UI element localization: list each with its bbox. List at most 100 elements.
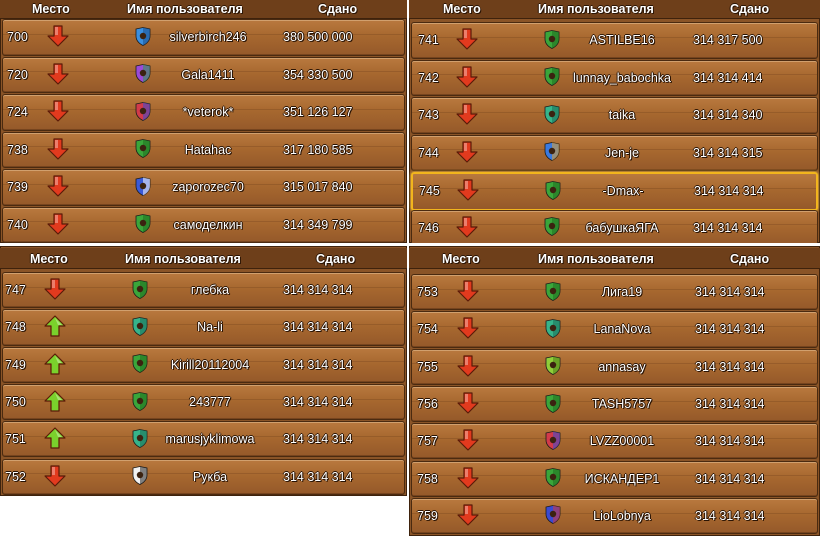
blue-cross-crest-icon bbox=[135, 176, 151, 196]
score-value: 354 330 500 bbox=[283, 67, 353, 82]
leaderboard-row[interactable]: 742 lunnay_babochka 314 314 414 bbox=[411, 59, 818, 96]
rank-number: 752 bbox=[5, 469, 26, 484]
header-user: Имя пользователя bbox=[538, 2, 654, 16]
green-bear-shield-icon bbox=[132, 279, 148, 299]
blue-shield-icon bbox=[135, 26, 151, 46]
leaderboard-row[interactable]: 759 LioLobnya 314 314 314 bbox=[411, 497, 818, 535]
green-bear-shield-icon bbox=[544, 29, 560, 49]
username: самоделкин bbox=[173, 217, 243, 232]
leaderboard-row[interactable]: 757 LVZZ00001 314 314 314 bbox=[411, 423, 818, 460]
username: ИСКАНДЕР1 bbox=[584, 471, 660, 486]
leaderboard-panel-bottom-left: Место Имя пользователя Сдано 747 глебка 31… bbox=[0, 246, 407, 496]
leaderboard-panel-top-right: Место Имя пользователя Сдано 741 ASTILBE1… bbox=[409, 0, 820, 243]
score-value: 314 317 500 bbox=[693, 33, 763, 48]
arrow-down-icon bbox=[457, 429, 479, 451]
username: zaporozec70 bbox=[172, 180, 244, 195]
rank-number: 740 bbox=[7, 217, 28, 232]
leaderboard-row[interactable]: 755 annasay 314 314 314 bbox=[411, 348, 818, 385]
rank-number: 755 bbox=[417, 359, 438, 374]
rank-number: 743 bbox=[418, 108, 439, 123]
arrow-down-icon bbox=[456, 216, 478, 238]
arrow-down-icon bbox=[456, 28, 478, 50]
username: Kirill20112004 bbox=[170, 357, 250, 372]
blue-red-shield-icon bbox=[545, 505, 561, 525]
username: marusjyklimowa bbox=[165, 432, 255, 447]
arrow-down-icon bbox=[457, 504, 479, 526]
leaderboard-row[interactable]: 752 Рукба 314 314 314 bbox=[2, 458, 405, 495]
username: глебка bbox=[190, 283, 230, 298]
leaderboard-row[interactable]: 739 zaporozec70 315 017 840 bbox=[2, 169, 405, 206]
rank-number: 751 bbox=[5, 432, 26, 447]
rank-number: 750 bbox=[5, 395, 26, 410]
username: Gala1411 bbox=[181, 67, 235, 82]
username: taika bbox=[608, 108, 636, 123]
leaderboard-row[interactable]: 743 taika 314 314 340 bbox=[411, 97, 818, 134]
arrow-down-icon bbox=[457, 355, 479, 377]
username: annasay bbox=[598, 359, 646, 374]
score-value: 314 314 314 bbox=[695, 471, 765, 486]
header-score: Сдано bbox=[316, 252, 356, 266]
green-bear-shield-icon bbox=[545, 281, 561, 301]
rank-number: 700 bbox=[7, 30, 28, 45]
rank-number: 744 bbox=[418, 145, 439, 160]
leaderboard-row[interactable]: 700 silverbirch246 380 500 000 bbox=[2, 19, 405, 56]
arrow-down-icon bbox=[457, 280, 479, 302]
score-value: 314 314 314 bbox=[695, 434, 765, 449]
red-blue-crest-icon bbox=[545, 430, 561, 450]
green-bear-shield-icon bbox=[132, 354, 148, 374]
leaderboard-row[interactable]: 746 бабушкаЯГА 314 314 314 bbox=[411, 209, 818, 243]
rank-number: 757 bbox=[417, 434, 438, 449]
rank-number: 759 bbox=[417, 508, 438, 523]
arrow-up-icon bbox=[44, 427, 66, 449]
leaderboard-row[interactable]: 749 Kirill20112004 314 314 314 bbox=[2, 346, 405, 383]
arrow-down-icon bbox=[44, 465, 66, 487]
arrow-down-icon bbox=[457, 179, 479, 201]
green-bear-shield-icon bbox=[545, 180, 561, 200]
leaderboard-row[interactable]: 754 LanaNova 314 314 314 bbox=[411, 311, 818, 348]
arrow-down-icon bbox=[456, 66, 478, 88]
score-value: 314 314 314 bbox=[695, 397, 765, 412]
column-header-bar: Место Имя пользователя Сдано bbox=[409, 248, 820, 269]
leaderboard-panel-bottom-right: Место Имя пользователя Сдано 753 Лига19 31… bbox=[409, 246, 820, 536]
score-value: 314 314 314 bbox=[695, 508, 765, 523]
arrow-up-icon bbox=[44, 353, 66, 375]
score-value: 314 314 340 bbox=[693, 108, 763, 123]
leaderboard-row[interactable]: 720 Gala1411 354 330 500 bbox=[2, 56, 405, 93]
blue-striped-shield-icon bbox=[544, 142, 560, 162]
arrow-down-icon bbox=[47, 100, 69, 122]
leaderboard-row[interactable]: 750 243777 314 314 314 bbox=[2, 383, 405, 421]
green-bear-shield-icon bbox=[545, 468, 561, 488]
username: 243777 bbox=[189, 395, 231, 410]
green-bear-shield-icon bbox=[135, 139, 151, 159]
leaderboard-row[interactable]: 740 самоделкин 314 349 799 bbox=[2, 206, 405, 243]
leaderboard-row[interactable]: 756 TASH5757 314 314 314 bbox=[411, 385, 818, 423]
rank-number: 745 bbox=[419, 184, 440, 199]
leaderboard-row[interactable]: 758 ИСКАНДЕР1 314 314 314 bbox=[411, 460, 818, 497]
rank-number: 753 bbox=[417, 285, 438, 300]
rank-number: 742 bbox=[418, 70, 439, 85]
leaderboard-row[interactable]: 741 ASTILBE16 314 317 500 bbox=[411, 22, 818, 59]
username: Лига19 bbox=[601, 285, 643, 300]
username: Na-li bbox=[197, 320, 223, 335]
arrow-down-icon bbox=[47, 138, 69, 160]
leaderboard-row[interactable]: 751 marusjyklimowa 314 314 314 bbox=[2, 421, 405, 458]
white-black-crest-icon bbox=[132, 466, 148, 486]
rank-number: 720 bbox=[7, 67, 28, 82]
arrow-down-icon bbox=[457, 317, 479, 340]
arrow-up-icon bbox=[44, 315, 66, 338]
purple-green-shield-icon bbox=[135, 64, 151, 84]
leaderboard-row[interactable]: 748 Na-li 314 314 314 bbox=[2, 309, 405, 346]
score-value: 317 180 585 bbox=[283, 142, 353, 157]
username: TASH5757 bbox=[591, 397, 653, 412]
leaderboard-row[interactable]: 753 Лига19 314 314 314 bbox=[411, 274, 818, 311]
arrow-down-icon bbox=[457, 467, 479, 489]
header-score: Сдано bbox=[730, 2, 770, 16]
leaderboard-row[interactable]: 745 -Dmax- 314 314 314 bbox=[411, 172, 818, 211]
leaderboard-row[interactable]: 738 Hatahac 317 180 585 bbox=[2, 131, 405, 168]
leaderboard-row[interactable]: 744 Jen-je 314 314 315 bbox=[411, 134, 818, 171]
score-value: 314 314 314 bbox=[693, 220, 763, 235]
leaderboard-row[interactable]: 724 *veterok* 351 126 127 bbox=[2, 94, 405, 131]
username: Jen-je bbox=[604, 145, 640, 160]
leaderboard-row[interactable]: 747 глебка 314 314 314 bbox=[2, 272, 405, 309]
header-score: Сдано bbox=[730, 252, 770, 266]
